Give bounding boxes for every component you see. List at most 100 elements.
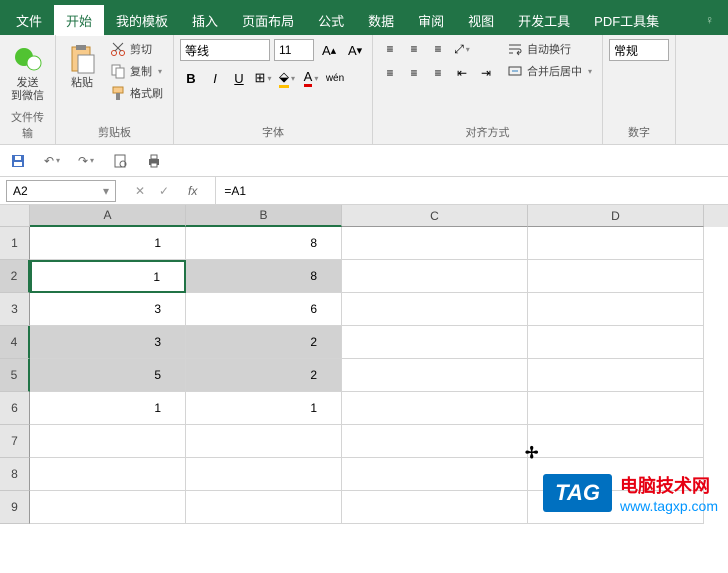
row-header[interactable]: 8 [0,458,30,491]
redo-button[interactable]: ↷▾ [76,151,96,171]
tab-developer[interactable]: 开发工具 [506,5,582,36]
cell[interactable]: 2 [186,326,342,359]
cell[interactable]: 3 [30,326,186,359]
watermark-url: www.tagxp.com [620,498,718,514]
underline-button[interactable]: U [228,67,250,89]
border-button[interactable]: ⊞▾ [252,67,274,89]
undo-button[interactable]: ↶▾ [42,151,62,171]
decrease-font-button[interactable]: A▾ [344,39,366,61]
orientation-button[interactable]: ⤢▾ [451,39,473,59]
align-bottom-button[interactable]: ≡ [427,39,449,59]
formula-input[interactable] [216,177,728,204]
align-middle-button[interactable]: ≡ [403,39,425,59]
format-painter-button[interactable]: 格式刷 [106,83,167,103]
cell[interactable] [30,425,186,458]
fx-icon[interactable]: fx [180,184,205,198]
tab-file[interactable]: 文件 [4,5,54,36]
decrease-indent-button[interactable]: ⇤ [451,63,473,83]
cell[interactable] [342,491,528,524]
italic-button[interactable]: I [204,67,226,89]
cut-button[interactable]: 剪切 [106,39,167,59]
cell[interactable] [342,227,528,260]
cell[interactable] [186,458,342,491]
tab-insert[interactable]: 插入 [180,5,230,36]
cell[interactable] [342,425,528,458]
cell[interactable] [528,227,704,260]
cell[interactable] [342,293,528,326]
cell[interactable]: 1 [30,227,186,260]
row-header[interactable]: 3 [0,293,30,326]
cell[interactable] [528,359,704,392]
font-name-select[interactable] [180,39,270,61]
align-left-button[interactable]: ≡ [379,63,401,83]
row-header[interactable]: 9 [0,491,30,524]
name-box[interactable]: A2 ▾ [6,180,116,202]
cell[interactable] [342,392,528,425]
select-all-corner[interactable] [0,205,30,227]
print-preview-button[interactable] [110,151,130,171]
cell[interactable] [186,491,342,524]
bold-button[interactable]: B [180,67,202,89]
font-color-button[interactable]: A▾ [300,67,322,89]
send-to-wechat-button[interactable]: 发送到微信 [6,39,49,107]
cell[interactable] [342,359,528,392]
align-center-button[interactable]: ≡ [403,63,425,83]
cell[interactable]: 1 [30,392,186,425]
cell[interactable]: 3 [30,293,186,326]
tab-page-layout[interactable]: 页面布局 [230,5,306,36]
row-header[interactable]: 2 [0,260,30,293]
col-header-a[interactable]: A [30,205,186,227]
row-header[interactable]: 6 [0,392,30,425]
col-header-b[interactable]: B [186,205,342,227]
tab-templates[interactable]: 我的模板 [104,5,180,36]
tab-formulas[interactable]: 公式 [306,5,356,36]
cell[interactable]: 2 [186,359,342,392]
cell[interactable]: 5 [30,359,186,392]
tab-home[interactable]: 开始 [54,5,104,36]
merge-center-button[interactable]: 合并后居中▾ [503,61,596,81]
align-right-button[interactable]: ≡ [427,63,449,83]
cell[interactable] [528,260,704,293]
align-top-button[interactable]: ≡ [379,39,401,59]
cell[interactable] [528,326,704,359]
number-format-select[interactable] [609,39,669,61]
cancel-formula-button[interactable]: ✕ [132,184,148,198]
paste-button[interactable]: 粘贴 [62,39,102,103]
row-header[interactable]: 5 [0,359,30,392]
row-header[interactable]: 7 [0,425,30,458]
copy-button[interactable]: 复制▾ [106,61,167,81]
col-header-d[interactable]: D [528,205,704,227]
col-header-c[interactable]: C [342,205,528,227]
tab-pdf[interactable]: PDF工具集 [582,5,671,36]
cell[interactable]: 8 [186,227,342,260]
tab-view[interactable]: 视图 [456,5,506,36]
increase-indent-button[interactable]: ⇥ [475,63,497,83]
cell[interactable]: 1 [186,392,342,425]
cell[interactable] [528,425,704,458]
phonetic-button[interactable]: wén [324,67,346,89]
cell[interactable] [528,293,704,326]
help-icon[interactable]: ♀ [695,7,724,33]
cell[interactable]: 1 [30,260,186,293]
print-button[interactable] [144,151,164,171]
row-header[interactable]: 4 [0,326,30,359]
cell[interactable]: 6 [186,293,342,326]
cell[interactable]: 8 [186,260,342,293]
cell[interactable] [342,260,528,293]
cell[interactable] [528,392,704,425]
tab-review[interactable]: 审阅 [406,5,456,36]
fill-color-button[interactable]: ⬙▾ [276,67,298,89]
font-size-select[interactable] [274,39,314,61]
cursor-icon: ✢ [525,443,538,463]
accept-formula-button[interactable]: ✓ [156,184,172,198]
cell[interactable] [186,425,342,458]
row-header[interactable]: 1 [0,227,30,260]
cell[interactable] [342,458,528,491]
cell[interactable] [342,326,528,359]
cell[interactable] [30,458,186,491]
increase-font-button[interactable]: A▴ [318,39,340,61]
tab-data[interactable]: 数据 [356,5,406,36]
cell[interactable] [30,491,186,524]
wrap-text-button[interactable]: 自动换行 [503,39,596,59]
save-button[interactable] [8,151,28,171]
